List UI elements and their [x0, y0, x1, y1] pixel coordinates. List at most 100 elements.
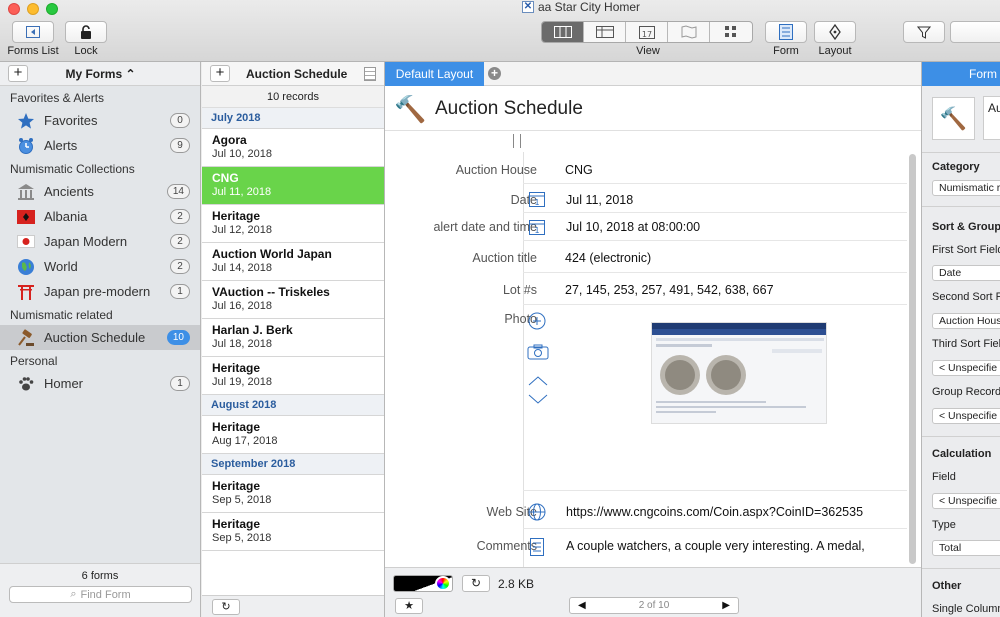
record-title: Heritage	[212, 517, 261, 531]
record-list-item[interactable]: Harlan J. Berk Jul 18, 2018	[202, 319, 384, 357]
filter-button[interactable]	[903, 21, 945, 43]
add-record-button[interactable]: +	[210, 65, 230, 82]
color-wheel-icon[interactable]	[435, 576, 451, 591]
sidebar-item-world[interactable]: World 2	[0, 254, 200, 279]
alert-calendar-icon[interactable]: 1	[528, 218, 546, 236]
record-list-item[interactable]: Heritage Aug 17, 2018	[202, 416, 384, 454]
record-list-item[interactable]: Heritage Sep 5, 2018	[202, 475, 384, 513]
minimize-window-button[interactable]	[27, 3, 39, 15]
third-sort-select[interactable]: < Unspecifie	[932, 360, 1000, 376]
row-divider	[523, 528, 907, 529]
date-field[interactable]: Jul 11, 2018	[566, 193, 633, 207]
calc-type-select[interactable]: Total	[932, 540, 1000, 556]
auction-title-field[interactable]: 424 (electronic)	[565, 251, 651, 265]
view-mode-segmented[interactable]: 17	[541, 21, 753, 43]
sidebar-group-header: Numismatic Collections	[10, 162, 135, 176]
add-photo-icon[interactable]	[528, 312, 546, 330]
sidebar-item-auction-schedule[interactable]: Auction Schedule 10	[0, 325, 200, 350]
my-forms-selector[interactable]: My Forms ⌃	[0, 67, 201, 81]
date-calendar-icon[interactable]: 1	[528, 190, 546, 208]
refresh-record-button[interactable]: ↻	[462, 575, 490, 592]
record-list-item[interactable]: Heritage Sep 5, 2018	[202, 513, 384, 551]
calc-field-select[interactable]: < Unspecifie	[932, 493, 1000, 509]
chevron-up-icon[interactable]	[527, 372, 549, 390]
calc-field-label: Field	[932, 471, 956, 483]
second-sort-label: Second Sort F	[932, 291, 1000, 303]
inspector-tab-form[interactable]: Form	[922, 62, 1000, 86]
form-name-input[interactable]: Au	[983, 96, 1000, 140]
records-title: Auction Schedule	[246, 67, 348, 81]
record-list-item[interactable]: Auction World Japan Jul 14, 2018	[202, 243, 384, 281]
sidebar-item-alerts[interactable]: Alerts 9	[0, 133, 200, 158]
find-form-input[interactable]: ⌕ Find Form	[9, 586, 192, 603]
camera-icon[interactable]	[527, 343, 549, 361]
record-list-item[interactable]: CNG Jul 11, 2018	[202, 167, 384, 205]
sidebar-item-japan-pre-modern[interactable]: Japan pre-modern 1	[0, 279, 200, 304]
sidebar-item-label: Auction Schedule	[44, 330, 146, 345]
layout-label: Layout	[818, 45, 852, 57]
sidebar-item-japan-modern[interactable]: Japan Modern 2	[0, 229, 200, 254]
forms-list-button[interactable]	[12, 21, 54, 43]
auction-house-field[interactable]: CNG	[565, 163, 593, 177]
tab-default-layout[interactable]: Default Layout	[385, 62, 484, 86]
row-divider	[523, 212, 907, 213]
notes-icon[interactable]	[364, 67, 376, 81]
layout-button[interactable]	[814, 21, 856, 43]
notes-icon[interactable]	[528, 538, 546, 556]
category-select[interactable]: Numismatic r	[932, 180, 1000, 196]
add-layout-icon[interactable]: +	[488, 67, 501, 80]
second-sort-select[interactable]: Auction Hous	[932, 313, 1000, 329]
sidebar-item-homer[interactable]: Homer 1	[0, 371, 200, 396]
view-calendar-button[interactable]: 17	[626, 22, 668, 42]
form-scrollbar[interactable]	[909, 154, 916, 564]
view-columns-button[interactable]	[542, 22, 584, 42]
group-records-label: Group Records	[932, 386, 1000, 398]
window-title-text: aa Star City Homer	[538, 0, 641, 14]
splitter-grip-icon[interactable]	[513, 134, 521, 148]
zoom-window-button[interactable]	[46, 3, 58, 15]
window-toolbar: ✕ aa Star City Homer Forms List Lock 17 …	[0, 0, 1000, 62]
column-splitter[interactable]	[385, 131, 921, 151]
group-records-select[interactable]: < Unspecifie	[932, 408, 1000, 424]
refresh-records-button[interactable]: ↻	[212, 599, 240, 615]
next-record-icon[interactable]: ▶	[722, 600, 730, 611]
record-list-item[interactable]: VAuction -- Triskeles Jul 16, 2018	[202, 281, 384, 319]
sidebar-item-favorites[interactable]: Favorites 0	[0, 108, 200, 133]
single-column-label: Single Column	[932, 603, 1000, 615]
albania-flag-icon	[16, 207, 36, 227]
record-list-item[interactable]: Heritage Jul 19, 2018	[202, 357, 384, 395]
record-list-item[interactable]: Agora Jul 10, 2018	[202, 129, 384, 167]
record-size: 2.8 KB	[498, 577, 535, 591]
auction-photo[interactable]	[651, 322, 827, 424]
record-list-item[interactable]: Heritage Jul 12, 2018	[202, 205, 384, 243]
document-icon: ✕	[522, 1, 534, 13]
form-icon	[779, 24, 793, 40]
search-field-toolbar[interactable]	[950, 21, 1000, 43]
sidebar-item-ancients[interactable]: Ancients 14	[0, 179, 200, 204]
view-table-button[interactable]	[584, 22, 626, 42]
view-map-button[interactable]	[668, 22, 710, 42]
records-list: July 2018 Agora Jul 10, 2018 CNG Jul 11, 201…	[202, 108, 384, 551]
close-window-button[interactable]	[8, 3, 20, 15]
lots-field[interactable]: 27, 145, 253, 257, 491, 542, 638, 667	[565, 283, 774, 297]
sidebar-footer: 6 forms ⌕ Find Form	[0, 563, 200, 617]
previous-record-icon[interactable]: ◀	[578, 600, 586, 611]
count-badge: 14	[166, 184, 190, 199]
alert-field[interactable]: Jul 10, 2018 at 08:00:00	[566, 220, 700, 234]
sidebar-item-albania[interactable]: Albania 2	[0, 204, 200, 229]
chevron-down-icon[interactable]	[527, 390, 549, 408]
form-icon-well[interactable]: 🔨	[932, 97, 975, 140]
lock-button[interactable]	[65, 21, 107, 43]
temple-icon	[16, 182, 36, 202]
forms-sidebar: + My Forms ⌃ Favorites & Alerts Favorites…	[0, 62, 201, 617]
favorite-star-button[interactable]: ★	[395, 598, 423, 614]
website-field[interactable]: https://www.cngcoins.com/Coin.aspx?CoinI…	[566, 505, 863, 519]
form-button[interactable]	[765, 21, 807, 43]
record-date: Sep 5, 2018	[212, 532, 272, 544]
search-icon: ⌕	[70, 588, 77, 600]
comments-field[interactable]: A couple watchers, a couple very interes…	[566, 539, 865, 553]
globe-link-icon[interactable]	[528, 503, 546, 521]
first-sort-select[interactable]: Date	[932, 265, 1000, 281]
alarm-clock-icon	[16, 136, 36, 156]
view-grid-button[interactable]	[710, 22, 752, 42]
